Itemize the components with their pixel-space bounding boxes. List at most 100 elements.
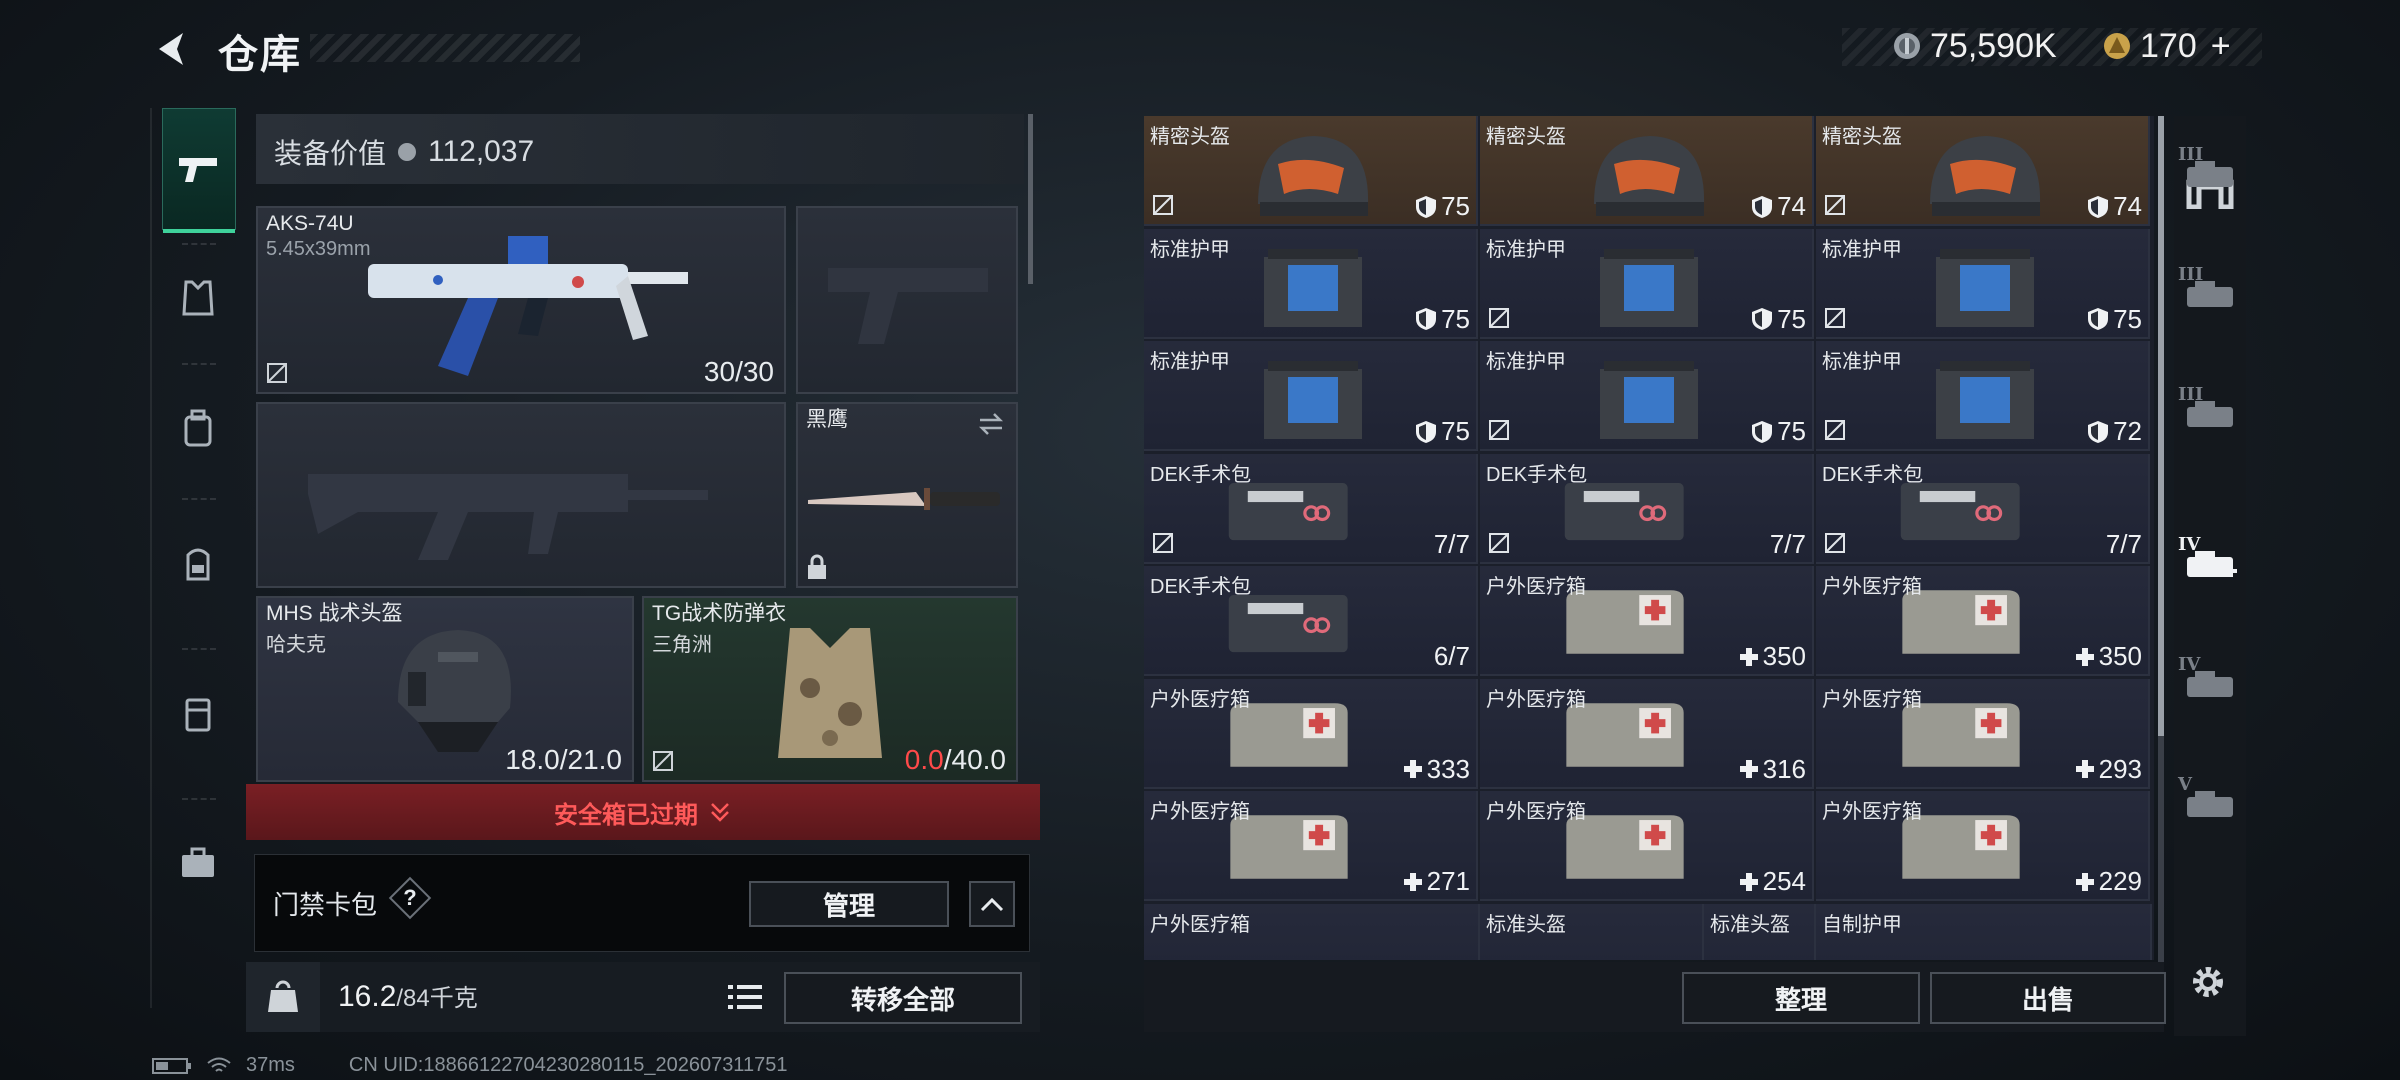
storage-item[interactable]: 标准护甲 75	[1480, 341, 1814, 451]
rnav-tier-1[interactable]: III	[2174, 120, 2246, 220]
storage-item-partial[interactable]: 标准头盔	[1704, 903, 1816, 960]
vest-icon	[182, 280, 214, 316]
storage-item-value-text: 72	[2113, 416, 2142, 446]
no-trade-icon	[1825, 532, 1845, 553]
pistol-slot[interactable]	[796, 206, 1018, 394]
swap-icon[interactable]	[976, 412, 1006, 436]
storage-item-name: 标准护甲	[1150, 238, 1230, 261]
manage-button[interactable]: 管理	[749, 881, 949, 927]
storage-item[interactable]: 户外医疗箱 271	[1144, 791, 1478, 901]
gold-currency[interactable]: 170 +	[2102, 27, 2231, 66]
storage-item[interactable]: 户外医疗箱 254	[1480, 791, 1814, 901]
storage-item-name: 户外医疗箱	[1822, 688, 1922, 711]
rnav-tier-4[interactable]: IV	[2174, 510, 2246, 610]
storage-item-value: 74	[1751, 191, 1806, 222]
storage-item-value-text: 7/7	[2105, 528, 2142, 559]
storage-item-name: 标准护甲	[1822, 351, 1902, 373]
nav-armor[interactable]	[162, 258, 234, 338]
weight-value: 16.2/84千克	[338, 978, 478, 1014]
armor-brand: 三角洲	[652, 634, 712, 656]
storage-item[interactable]: 户外医疗箱 229	[1816, 791, 2150, 901]
nav-case[interactable]	[162, 813, 234, 913]
storage-item[interactable]: 标准护甲 75	[1144, 228, 1478, 339]
no-trade-icon	[267, 363, 287, 383]
inventory-bottom-bar: 16.2/84千克 转移全部	[246, 962, 1040, 1032]
list-view-button[interactable]	[722, 974, 768, 1020]
storage-item[interactable]: 标准护甲 75	[1144, 341, 1478, 451]
equip-scrollbar[interactable]	[1028, 114, 1033, 284]
storage-scrollbar-thumb[interactable]	[2158, 116, 2164, 736]
nav-weapons[interactable]	[162, 108, 236, 233]
safe-box-expired-bar[interactable]: 安全箱已过期	[246, 784, 1040, 840]
storage-item-partial[interactable]: 自制护甲	[1816, 903, 2152, 960]
rnav-tier-6[interactable]: V	[2174, 750, 2246, 850]
melee-slot[interactable]: 黑鹰	[796, 402, 1018, 588]
storage-item[interactable]: DEK手术包 7/7	[1480, 453, 1814, 564]
nav-backpack[interactable]	[162, 518, 234, 608]
primary-weapon-name: AKS-74U	[266, 212, 354, 235]
storage-item-partial[interactable]: 户外医疗箱	[1144, 903, 1480, 960]
no-trade-icon	[1825, 195, 1845, 215]
pouch-icon	[185, 698, 211, 732]
rifle-silhouette-icon	[308, 474, 708, 560]
chevron-up-icon	[980, 897, 1004, 912]
left-category-nav	[150, 108, 244, 1008]
storage-item[interactable]: 标准护甲 75	[1816, 228, 2150, 339]
rnav-tier-5[interactable]: IV	[2174, 630, 2246, 730]
heal-plus-icon	[1403, 872, 1422, 891]
storage-item-partial[interactable]: 标准头盔	[1480, 903, 1704, 960]
storage-item[interactable]: 户外医疗箱 293	[1816, 678, 2150, 789]
helmet-item-image	[1594, 136, 1705, 216]
storage-item-name: DEK手术包	[1822, 463, 1924, 486]
collapse-button[interactable]	[969, 881, 1015, 927]
settings-button[interactable]	[2178, 952, 2238, 1012]
transfer-all-button[interactable]: 转移全部	[784, 972, 1022, 1024]
silver-currency[interactable]: 75,590K	[1892, 27, 2057, 65]
nav-chest-rig[interactable]	[162, 378, 234, 478]
armor-item-image	[1600, 361, 1698, 439]
battery-icon	[152, 1057, 191, 1074]
armor-slot[interactable]: TG战术防弹衣 三角洲 0.0/40.0	[642, 596, 1018, 782]
rnav-tier-2[interactable]: III	[2174, 240, 2246, 340]
shield-icon	[1752, 420, 1773, 443]
storage-item[interactable]: 精密头盔 74	[1480, 116, 1814, 226]
back-button[interactable]	[150, 26, 196, 72]
storage-item-value-text: 74	[2113, 191, 2142, 221]
sell-button[interactable]: 出售	[1930, 972, 2166, 1024]
armor-item-image	[1936, 361, 2034, 439]
storage-item[interactable]: 标准护甲 72	[1816, 341, 2150, 451]
storage-item[interactable]: 户外医疗箱 350	[1480, 566, 1814, 676]
storage-item[interactable]: 户外医疗箱 316	[1480, 678, 1814, 789]
storage-item-value: 350	[2075, 641, 2142, 672]
heal-plus-icon	[2075, 760, 2094, 778]
storage-item[interactable]: DEK手术包 7/7	[1144, 453, 1478, 564]
equipment-value-label: 装备价值	[274, 138, 387, 169]
rnav-tier-3[interactable]: III	[2174, 360, 2246, 460]
storage-item[interactable]: 户外医疗箱 350	[1816, 566, 2150, 676]
no-trade-icon	[653, 751, 673, 771]
storage-item[interactable]: DEK手术包 7/7	[1816, 453, 2150, 564]
shield-icon	[1752, 308, 1773, 330]
gold-plus[interactable]: +	[2211, 27, 2231, 66]
storage-item[interactable]: 户外医疗箱 333	[1144, 678, 1478, 789]
help-icon[interactable]: ?	[395, 883, 425, 913]
storage-item-name: 户外医疗箱	[1486, 688, 1586, 711]
armor-item-image	[1936, 248, 2034, 327]
primary-weapon-slot[interactable]: AKS-74U 5.45x39mm 30/30	[256, 206, 786, 394]
storage-item[interactable]: 精密头盔 74	[1816, 116, 2150, 226]
storage-item-value-text: 350	[2098, 641, 2142, 671]
storage-item[interactable]: DEK手术包 6/7	[1144, 566, 1478, 676]
sort-button[interactable]: 整理	[1682, 972, 1920, 1024]
storage-item[interactable]: 标准护甲 75	[1480, 228, 1814, 339]
storage-item[interactable]: 精密头盔 75	[1144, 116, 1478, 226]
nav-pouch[interactable]	[162, 663, 234, 763]
helmet-image	[398, 630, 511, 752]
storage-item-name: 标准头盔	[1710, 913, 1790, 936]
storage-item-name: 标准护甲	[1486, 351, 1566, 373]
storage-item-name: 精密头盔	[1822, 126, 1902, 148]
helmet-slot[interactable]: MHS 战术头盔 哈夫克 18.0/21.0	[256, 596, 634, 782]
lock-icon	[808, 554, 826, 579]
secondary-weapon-slot[interactable]	[256, 402, 786, 588]
tier-label: IV	[2178, 534, 2201, 555]
weight-max: /84千克	[396, 985, 478, 1012]
